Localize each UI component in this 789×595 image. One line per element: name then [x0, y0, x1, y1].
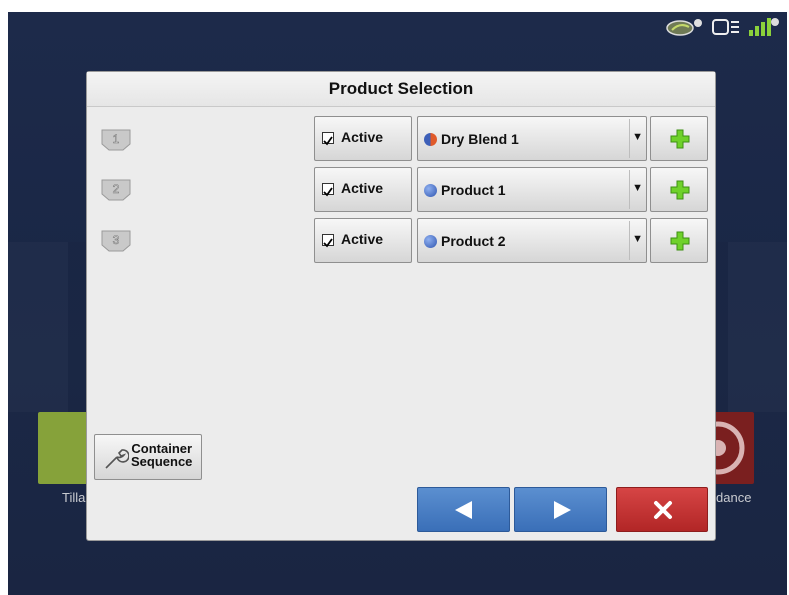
close-icon — [654, 501, 672, 519]
product-dropdown-1[interactable]: Dry Blend 1 ▼ — [417, 116, 647, 161]
arrow-right-icon — [554, 501, 571, 519]
product-name: Product 1 — [441, 182, 506, 198]
product-name: Product 2 — [441, 233, 506, 249]
dropdown-arrow-icon: ▼ — [632, 131, 643, 143]
gps-signal-icon[interactable] — [747, 14, 781, 45]
plus-icon — [670, 180, 690, 200]
dialog-title: Product Selection — [87, 72, 715, 107]
arrow-left-icon — [455, 501, 472, 519]
background-app-label-right: dance — [716, 490, 752, 505]
add-product-button-1[interactable] — [650, 116, 708, 161]
container-sequence-button[interactable]: Container Sequence — [94, 434, 202, 480]
wrench-icon — [105, 449, 129, 469]
add-product-button-2[interactable] — [650, 167, 708, 212]
active-label: Active — [341, 129, 384, 145]
status-bar — [665, 14, 781, 45]
active-toggle-2[interactable]: Active — [314, 167, 412, 212]
checkbox-icon — [322, 183, 334, 197]
product-dropdown-2[interactable]: Product 1 ▼ — [417, 167, 647, 212]
add-product-button-3[interactable] — [650, 218, 708, 263]
product-name: Dry Blend 1 — [441, 131, 519, 147]
dropdown-arrow-icon: ▼ — [632, 182, 643, 194]
product-dot-icon — [424, 184, 437, 197]
cancel-button[interactable] — [616, 487, 708, 532]
dropdown-arrow-icon: ▼ — [632, 233, 643, 245]
active-toggle-3[interactable]: Active — [314, 218, 412, 263]
svg-text:2: 2 — [113, 182, 120, 196]
product-dot-icon — [424, 235, 437, 248]
active-label: Active — [341, 180, 384, 196]
checkbox-icon — [322, 132, 334, 146]
active-label: Active — [341, 231, 384, 247]
product-dropdown-3[interactable]: Product 2 ▼ — [417, 218, 647, 263]
plus-icon — [670, 129, 690, 149]
svg-text:3: 3 — [113, 233, 120, 247]
svg-text:1: 1 — [113, 132, 120, 146]
blend-dot-icon — [424, 133, 437, 146]
previous-button[interactable] — [417, 487, 510, 532]
container-sequence-line2: Sequence — [131, 454, 193, 469]
display-icon[interactable] — [711, 16, 741, 43]
satellite-leaf-icon[interactable] — [665, 16, 705, 43]
row-number-badge-1: 1 — [101, 127, 131, 151]
active-toggle-1[interactable]: Active — [314, 116, 412, 161]
checkbox-icon — [322, 234, 334, 248]
row-number-badge-3: 3 — [101, 228, 131, 252]
next-button[interactable] — [514, 487, 607, 532]
background-app-label-left: Tilla — [62, 490, 86, 505]
row-number-badge-2: 2 — [101, 177, 131, 201]
plus-icon — [670, 231, 690, 251]
